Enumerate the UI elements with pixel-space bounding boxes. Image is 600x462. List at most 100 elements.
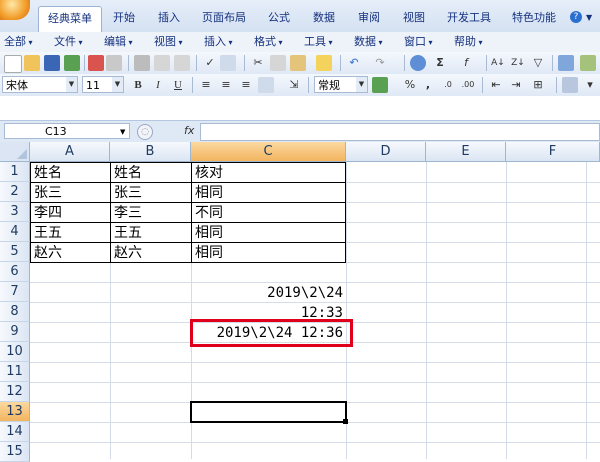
menu-format[interactable]: 格式 ▾ bbox=[254, 35, 283, 49]
ribbon-options-icon[interactable]: ▼ bbox=[586, 13, 592, 22]
row-header-8[interactable]: 8 bbox=[0, 302, 30, 322]
save-icon[interactable] bbox=[44, 55, 60, 71]
align-center-icon[interactable]: ≡ bbox=[218, 77, 234, 93]
tab-view[interactable]: 视图 bbox=[395, 8, 433, 28]
cell-b2[interactable]: 张三 bbox=[111, 183, 191, 203]
row-header-9[interactable]: 9 bbox=[0, 322, 30, 342]
fill-color-icon[interactable] bbox=[562, 77, 578, 93]
row-header-14[interactable]: 14 bbox=[0, 422, 30, 442]
chart-icon[interactable] bbox=[558, 55, 574, 71]
menu-tools[interactable]: 工具 ▾ bbox=[304, 35, 333, 49]
open-folder-icon[interactable] bbox=[24, 55, 40, 71]
decrease-decimal-icon[interactable]: .00 bbox=[460, 77, 476, 93]
format-painter-icon[interactable] bbox=[316, 55, 332, 71]
column-header-c[interactable]: C bbox=[191, 142, 346, 162]
menu-view[interactable]: 视图 ▾ bbox=[154, 35, 183, 49]
chevron-down-icon[interactable]: ▼ bbox=[66, 77, 77, 92]
formula-cancel-icon[interactable]: ◌ bbox=[137, 124, 153, 140]
tab-data[interactable]: 数据 bbox=[305, 8, 343, 28]
row-header-5[interactable]: 5 bbox=[0, 242, 30, 262]
tab-review[interactable]: 审阅 bbox=[350, 8, 388, 28]
sort-descending-icon[interactable]: Z↓ bbox=[510, 55, 526, 71]
row-header-10[interactable]: 10 bbox=[0, 342, 30, 362]
row-header-13[interactable]: 13 bbox=[0, 402, 30, 422]
row-header-1[interactable]: 1 bbox=[0, 162, 30, 182]
cut-icon[interactable]: ✂ bbox=[250, 55, 266, 71]
comma-button[interactable]: , bbox=[420, 77, 436, 93]
cell-b1[interactable]: 姓名 bbox=[111, 163, 191, 183]
tab-classic-menu[interactable]: 经典菜单 bbox=[38, 6, 102, 33]
name-box[interactable]: C13 bbox=[4, 123, 130, 139]
row-header-7[interactable]: 7 bbox=[0, 282, 30, 302]
row-header-4[interactable]: 4 bbox=[0, 222, 30, 242]
spreadsheet-grid[interactable]: A B C D E F 1 2 3 4 5 6 7 8 9 10 11 12 1… bbox=[0, 142, 600, 462]
paste-icon[interactable] bbox=[290, 55, 306, 71]
column-header-f[interactable]: F bbox=[506, 142, 600, 162]
row-header-3[interactable]: 3 bbox=[0, 202, 30, 222]
cell-b3[interactable]: 李三 bbox=[111, 203, 191, 223]
tab-developer[interactable]: 开发工具 bbox=[440, 8, 498, 28]
permission-icon[interactable] bbox=[64, 55, 80, 71]
italic-button[interactable]: I bbox=[150, 77, 166, 93]
chevron-down-icon[interactable]: ▼ bbox=[112, 77, 123, 92]
sort-ascending-icon[interactable]: A↓ bbox=[490, 55, 506, 71]
increase-decimal-icon[interactable]: .0 bbox=[440, 77, 456, 93]
select-all-corner[interactable] bbox=[0, 142, 30, 162]
zoom-preview-icon[interactable] bbox=[174, 55, 190, 71]
column-header-a[interactable]: A bbox=[30, 142, 110, 162]
email-icon[interactable] bbox=[106, 55, 122, 71]
filter-icon[interactable]: ▽ bbox=[530, 55, 546, 71]
currency-icon[interactable] bbox=[372, 77, 388, 93]
cell-c1[interactable]: 核对 bbox=[192, 163, 346, 183]
decrease-indent-icon[interactable]: ⇤ bbox=[488, 77, 504, 93]
office-button[interactable] bbox=[0, 0, 30, 20]
cell-a4[interactable]: 王五 bbox=[31, 223, 110, 243]
bold-button[interactable]: B bbox=[130, 77, 146, 93]
chevron-down-icon[interactable]: ▼ bbox=[120, 128, 125, 136]
cell-a1[interactable]: 姓名 bbox=[31, 163, 110, 183]
cell-c4[interactable]: 相同 bbox=[192, 223, 346, 243]
tab-formulas[interactable]: 公式 bbox=[260, 8, 298, 28]
cell-a5[interactable]: 赵六 bbox=[31, 243, 110, 263]
borders-icon[interactable]: ⊞ bbox=[530, 77, 546, 93]
help-icon[interactable]: ? bbox=[570, 11, 582, 23]
tab-insert[interactable]: 插入 bbox=[150, 8, 188, 28]
copy-icon[interactable] bbox=[270, 55, 286, 71]
menu-data[interactable]: 数据 ▾ bbox=[354, 35, 383, 49]
row-header-12[interactable]: 12 bbox=[0, 382, 30, 402]
cell-a2[interactable]: 张三 bbox=[31, 183, 110, 203]
row-header-2[interactable]: 2 bbox=[0, 182, 30, 202]
menu-all[interactable]: 全部 ▾ bbox=[4, 35, 33, 49]
active-cell-c13[interactable] bbox=[190, 401, 347, 423]
fill-handle[interactable] bbox=[343, 419, 348, 424]
tab-special-features[interactable]: 特色功能 bbox=[505, 8, 563, 28]
font-size-select[interactable]: 11 ▼ bbox=[82, 76, 124, 93]
pdf-icon[interactable] bbox=[88, 55, 104, 71]
increase-indent-icon[interactable]: ⇥ bbox=[508, 77, 524, 93]
column-header-b[interactable]: B bbox=[110, 142, 191, 162]
insert-function-icon[interactable]: f bbox=[458, 55, 474, 71]
menu-edit[interactable]: 编辑 ▾ bbox=[104, 35, 133, 49]
row-header-15[interactable]: 15 bbox=[0, 442, 30, 462]
tab-home[interactable]: 开始 bbox=[105, 8, 143, 28]
cell-c3[interactable]: 不同 bbox=[192, 203, 346, 223]
drawing-icon[interactable] bbox=[580, 55, 596, 71]
align-right-icon[interactable]: ≡ bbox=[238, 77, 254, 93]
column-header-e[interactable]: E bbox=[426, 142, 506, 162]
autosum-icon[interactable]: Σ bbox=[432, 55, 448, 71]
column-header-d[interactable]: D bbox=[346, 142, 426, 162]
cell-c7[interactable]: 2019\2\24 bbox=[192, 283, 346, 303]
cell-c5[interactable]: 相同 bbox=[192, 243, 346, 263]
underline-button[interactable]: U bbox=[170, 77, 186, 93]
print-preview-icon[interactable] bbox=[154, 55, 170, 71]
print-icon[interactable] bbox=[134, 55, 150, 71]
percent-button[interactable]: % bbox=[402, 77, 418, 93]
formula-input[interactable] bbox=[200, 123, 600, 141]
cell-c2[interactable]: 相同 bbox=[192, 183, 346, 203]
undo-icon[interactable]: ↶ bbox=[346, 55, 362, 71]
insert-function-button[interactable]: fx bbox=[184, 124, 194, 137]
tab-page-layout[interactable]: 页面布局 bbox=[195, 8, 253, 28]
merge-center-icon[interactable] bbox=[258, 77, 274, 93]
row-header-11[interactable]: 11 bbox=[0, 362, 30, 382]
menu-help[interactable]: 帮助 ▾ bbox=[454, 35, 483, 49]
